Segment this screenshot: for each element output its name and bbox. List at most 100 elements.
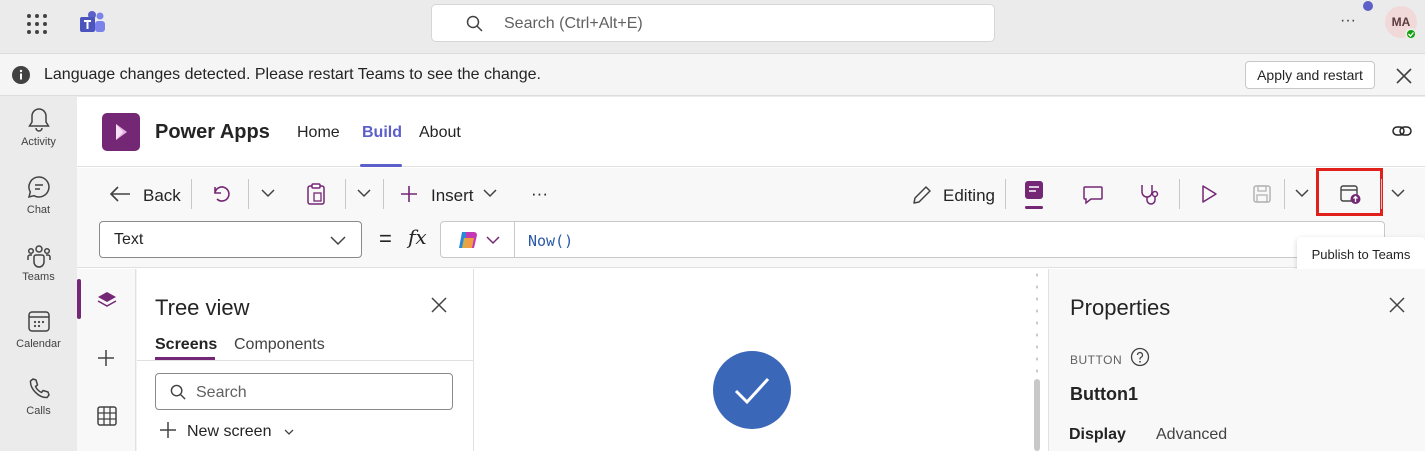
properties-title: Properties — [1070, 295, 1171, 320]
active-tab-indicator — [360, 164, 402, 167]
info-icon — [12, 66, 30, 84]
presence-available-icon — [1405, 28, 1417, 40]
rail-label: Activity — [21, 136, 56, 148]
chevron-down-icon[interactable] — [1295, 189, 1309, 198]
toolbar-separator — [1381, 179, 1382, 209]
property-dropdown[interactable]: Text — [99, 221, 362, 258]
authoring-side-strip — [77, 269, 136, 451]
bell-icon — [27, 108, 50, 132]
tab-home[interactable]: Home — [297, 124, 340, 142]
canvas-scrollbar[interactable] — [1034, 379, 1040, 451]
copilot-button[interactable] — [441, 222, 515, 257]
plus-icon[interactable] — [97, 349, 115, 367]
canvas-checkmark-button[interactable] — [713, 351, 791, 429]
paste-icon[interactable] — [306, 183, 326, 205]
search-icon — [466, 15, 483, 32]
publish-highlight-box — [1316, 168, 1383, 216]
power-apps-pane: Power Apps Home Build About Back Insert — [77, 97, 1425, 451]
publish-tooltip: Publish to Teams — [1297, 237, 1425, 273]
layers-icon[interactable] — [97, 291, 117, 309]
apply-and-restart-button[interactable]: Apply and restart — [1245, 61, 1375, 89]
checkmark-icon — [734, 377, 770, 405]
fx-icon: fx — [408, 225, 427, 249]
toolbar-separator — [1284, 179, 1285, 209]
phone-icon — [29, 378, 50, 399]
plus-icon[interactable] — [400, 185, 418, 203]
tree-view-panel: Tree view Screens Components Search New … — [137, 269, 474, 451]
close-icon[interactable] — [431, 297, 447, 313]
rail-label: Teams — [22, 271, 55, 283]
toolbar-separator — [248, 179, 249, 209]
chevron-down-icon[interactable] — [1391, 189, 1405, 198]
studio-content: Tree view Screens Components Search New … — [77, 269, 1425, 451]
new-screen-button[interactable]: New screen — [187, 423, 271, 441]
back-button[interactable]: Back — [143, 186, 181, 206]
formula-input[interactable]: Now() — [440, 221, 1385, 258]
language-change-banner: Language changes detected. Please restar… — [0, 53, 1425, 96]
control-type-label: BUTTON — [1070, 353, 1123, 367]
scrollbar-track — [1033, 269, 1041, 377]
power-apps-logo-icon — [102, 113, 140, 151]
control-name: Button1 — [1070, 384, 1138, 404]
tab-about[interactable]: About — [419, 124, 461, 142]
tree-search-input[interactable]: Search — [155, 373, 453, 410]
rail-item-chat[interactable]: Chat — [0, 175, 77, 216]
app-launcher-icon[interactable] — [26, 13, 48, 35]
close-icon[interactable] — [1396, 68, 1412, 84]
chevron-down-icon — [330, 236, 346, 246]
teams-title-bar: Search (Ctrl+Alt+E) ··· MA — [0, 0, 1425, 52]
chat-icon — [27, 176, 50, 199]
properties-panel: Properties BUTTON Button1 Display Advanc… — [1048, 269, 1425, 451]
save-icon[interactable] — [1252, 184, 1272, 204]
tree-view-title: Tree view — [155, 295, 250, 320]
calendar-icon — [27, 311, 50, 332]
notes-icon[interactable] — [1024, 180, 1044, 210]
data-table-icon[interactable] — [97, 406, 117, 426]
app-checker-stethoscope-icon[interactable] — [1138, 183, 1162, 207]
app-rail: Activity Chat Teams Calendar Calls — [0, 97, 77, 451]
teams-logo-icon — [80, 11, 106, 35]
back-arrow-icon[interactable] — [109, 185, 131, 203]
rail-item-calls[interactable]: Calls — [0, 376, 77, 417]
rail-label: Chat — [26, 204, 51, 216]
toolbar-separator — [345, 179, 346, 209]
play-icon[interactable] — [1199, 184, 1219, 204]
rail-item-calendar[interactable]: Calendar — [0, 309, 77, 350]
chevron-down-icon — [486, 236, 500, 245]
undo-icon[interactable] — [212, 184, 232, 204]
chevron-down-icon[interactable] — [261, 189, 275, 198]
banner-message: Language changes detected. Please restar… — [44, 66, 541, 83]
app-canvas[interactable] — [474, 269, 1048, 451]
help-icon[interactable] — [1130, 347, 1150, 367]
property-value: Text — [114, 231, 144, 248]
more-options-button[interactable]: ··· — [1340, 12, 1356, 30]
divider — [137, 360, 473, 361]
formula-text: Now() — [528, 232, 574, 250]
rail-item-activity[interactable]: Activity — [0, 107, 77, 148]
close-icon[interactable] — [1389, 297, 1405, 313]
tab-build[interactable]: Build — [362, 124, 402, 142]
global-search-input[interactable]: Search (Ctrl+Alt+E) — [431, 4, 995, 42]
search-placeholder: Search (Ctrl+Alt+E) — [504, 15, 643, 32]
tab-components[interactable]: Components — [234, 336, 325, 354]
toolbar-separator — [383, 179, 384, 209]
editing-status: Editing — [943, 186, 995, 205]
tab-display[interactable]: Display — [1069, 426, 1126, 444]
more-commands-button[interactable]: ··· — [531, 184, 548, 204]
chevron-down-icon[interactable] — [284, 429, 294, 436]
pencil-icon — [911, 184, 933, 206]
tab-advanced[interactable]: Advanced — [1156, 426, 1227, 444]
rail-item-teams[interactable]: Teams — [0, 242, 77, 283]
insert-button[interactable]: Insert — [431, 186, 474, 206]
teams-icon — [26, 245, 51, 268]
toolbar-separator — [1179, 179, 1180, 209]
search-placeholder: Search — [196, 384, 247, 401]
tab-screens[interactable]: Screens — [155, 336, 217, 354]
plus-icon — [159, 421, 177, 439]
chevron-down-icon[interactable] — [483, 189, 497, 198]
rail-label: Calls — [26, 405, 51, 417]
equals-sign: = — [379, 226, 392, 251]
link-icon[interactable] — [1392, 123, 1412, 139]
comment-icon[interactable] — [1082, 184, 1104, 206]
chevron-down-icon[interactable] — [357, 189, 371, 198]
